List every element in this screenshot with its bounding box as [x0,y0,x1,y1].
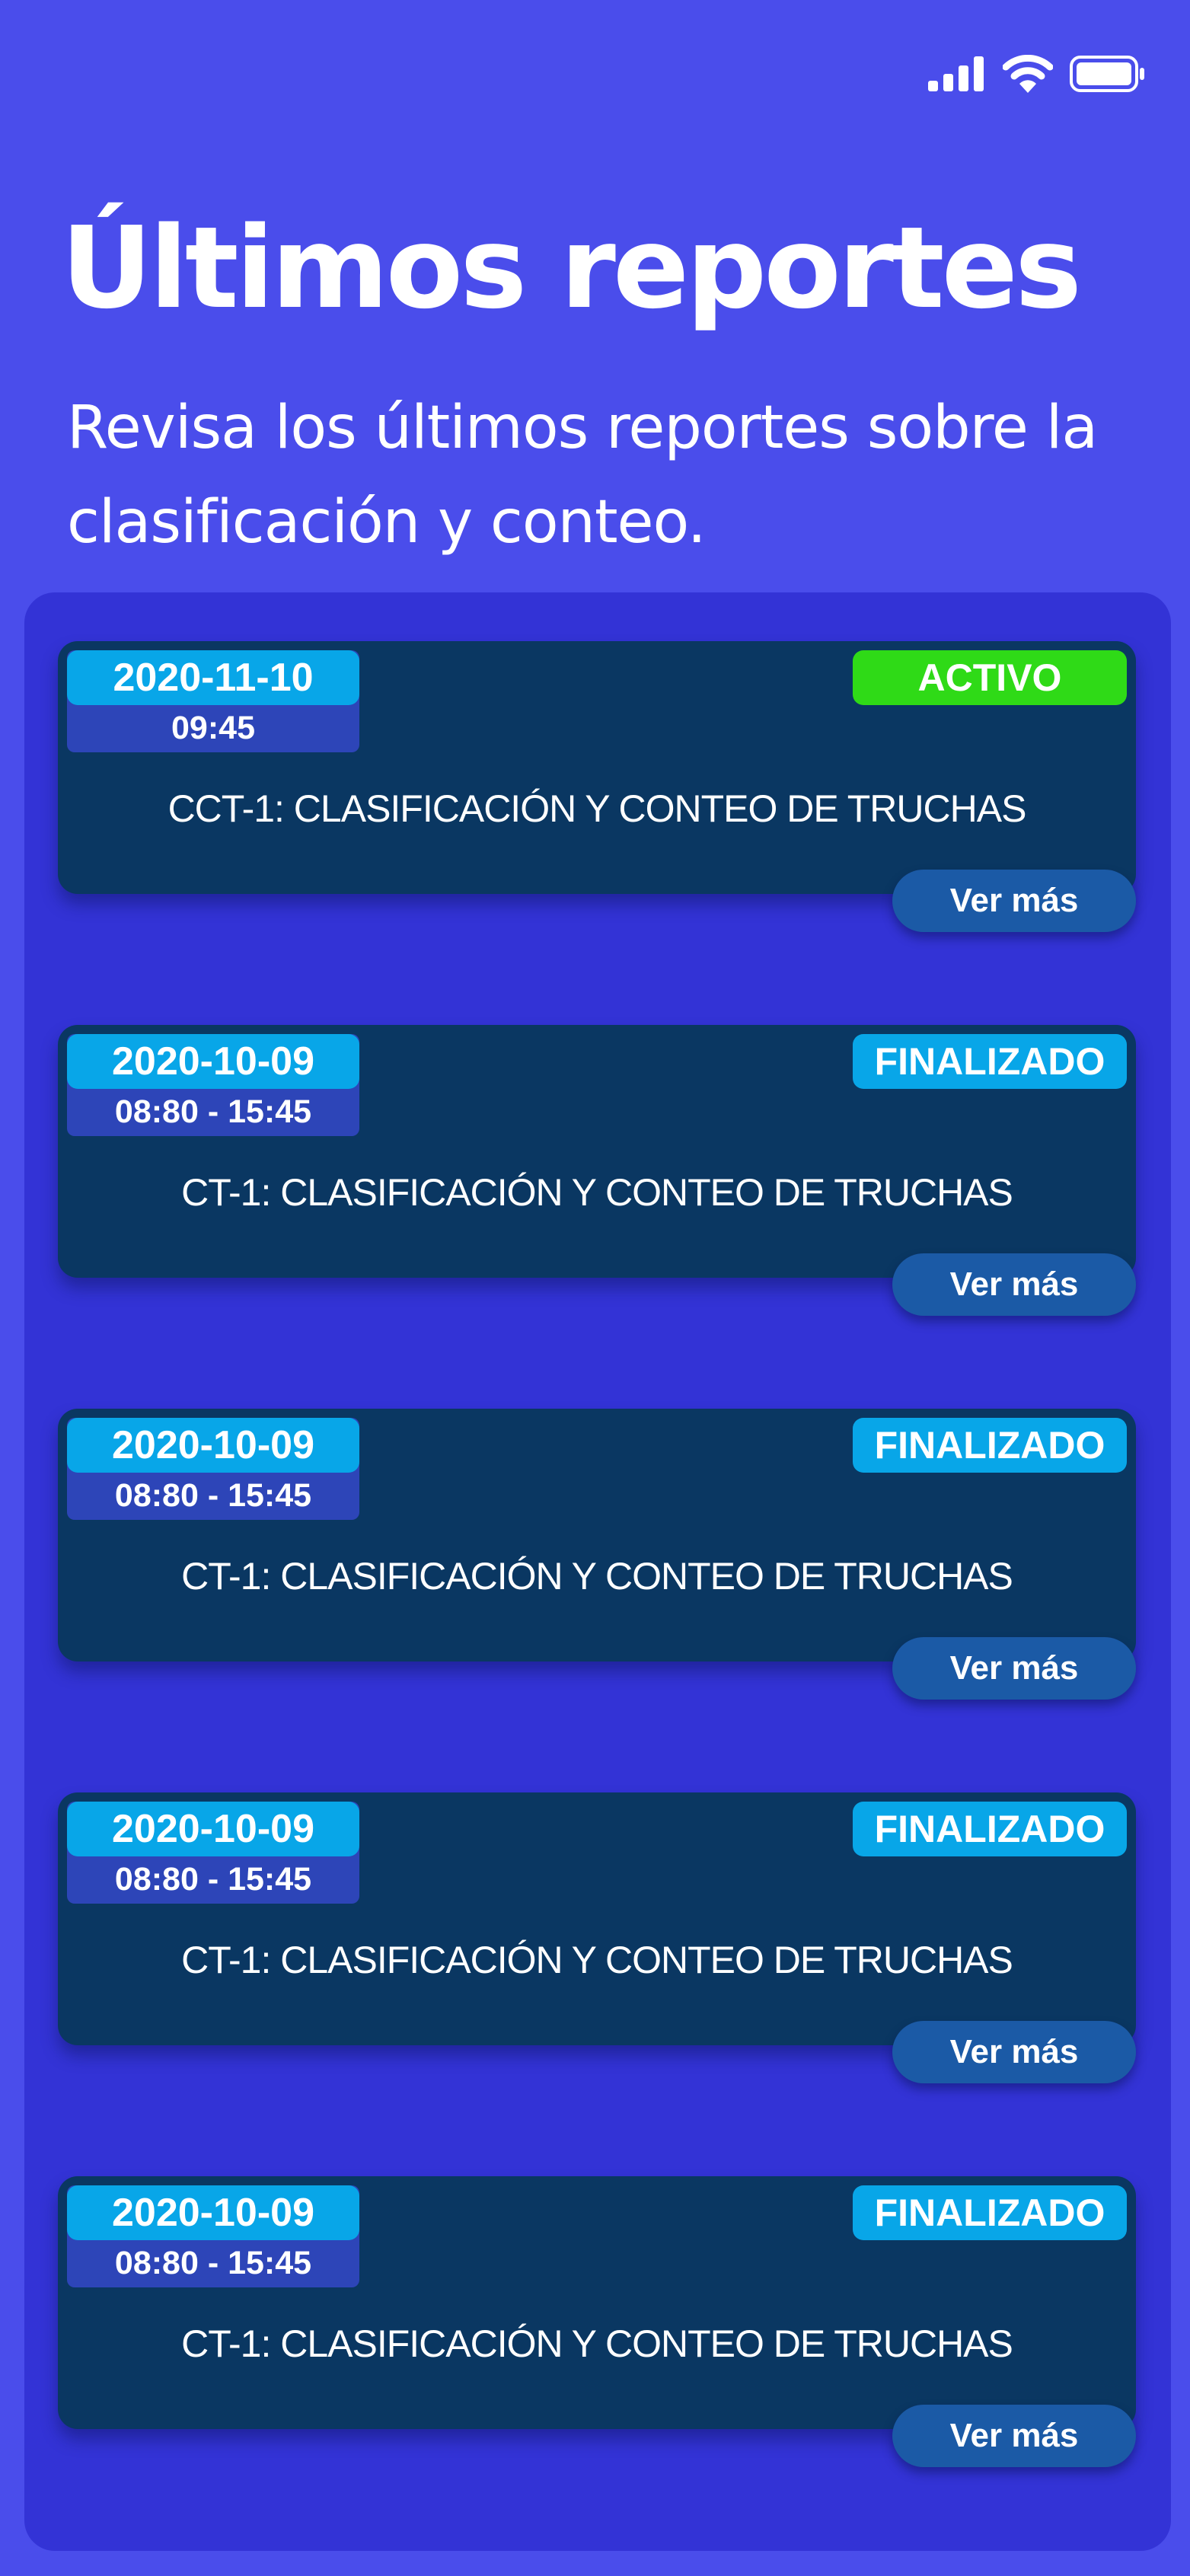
see-more-button[interactable]: Ver más [892,2021,1136,2083]
status-badge: FINALIZADO [853,2185,1127,2240]
report-title: CT-1: CLASIFICACIÓN Y CONTEO DE TRUCHAS [181,1171,1013,1214]
report-title: CT-1: CLASIFICACIÓN Y CONTEO DE TRUCHAS [181,1939,1013,1981]
report-date: 2020-10-09 [67,1418,359,1473]
report-card: 2020-11-10 09:45 ACTIVO CCT-1: CLASIFICA… [58,641,1136,932]
battery-icon [1070,55,1146,93]
status-badge: FINALIZADO [853,1802,1127,1856]
wifi-icon [1003,55,1053,93]
status-badge: ACTIVO [853,650,1127,705]
report-datetime: 2020-10-09 08:80 - 15:45 [67,2185,359,2287]
report-time: 08:80 - 15:45 [114,2245,312,2281]
see-more-button[interactable]: Ver más [892,2405,1136,2467]
report-date: 2020-10-09 [67,2185,359,2240]
report-datetime: 2020-10-09 08:80 - 15:45 [67,1418,359,1520]
report-date: 2020-11-10 [67,650,359,705]
report-time: 08:80 - 15:45 [114,1861,312,1898]
reports-panel: 2020-11-10 09:45 ACTIVO CCT-1: CLASIFICA… [24,592,1171,2551]
report-date: 2020-10-09 [67,1034,359,1089]
report-title: CCT-1: CLASIFICACIÓN Y CONTEO DE TRUCHAS [167,787,1027,830]
report-card: 2020-10-09 08:80 - 15:45 FINALIZADO CT-1… [58,1409,1136,1700]
report-datetime: 2020-10-09 08:80 - 15:45 [67,1034,359,1136]
see-more-button[interactable]: Ver más [892,1253,1136,1316]
report-datetime: 2020-11-10 09:45 [67,650,359,752]
report-datetime: 2020-10-09 08:80 - 15:45 [67,1802,359,1904]
status-badge: FINALIZADO [853,1418,1127,1473]
cellular-signal-icon [928,56,986,91]
report-date: 2020-10-09 [67,1802,359,1856]
report-title: CT-1: CLASIFICACIÓN Y CONTEO DE TRUCHAS [181,2322,1013,2365]
report-time: 08:80 - 15:45 [114,1093,312,1130]
status-bar [928,47,1146,101]
report-card: 2020-10-09 08:80 - 15:45 FINALIZADO CT-1… [58,2176,1136,2467]
see-more-button[interactable]: Ver más [892,1637,1136,1700]
see-more-button[interactable]: Ver más [892,870,1136,932]
page-title: Últimos reportes [61,203,1082,334]
page-subtitle: Revisa los últimos reportes sobre la cla… [67,394,1098,557]
status-badge: FINALIZADO [853,1034,1127,1089]
report-time: 08:80 - 15:45 [114,1477,312,1514]
report-card: 2020-10-09 08:80 - 15:45 FINALIZADO CT-1… [58,1792,1136,2083]
report-time: 09:45 [171,710,255,746]
report-title: CT-1: CLASIFICACIÓN Y CONTEO DE TRUCHAS [181,1555,1013,1598]
report-card: 2020-10-09 08:80 - 15:45 FINALIZADO CT-1… [58,1025,1136,1316]
